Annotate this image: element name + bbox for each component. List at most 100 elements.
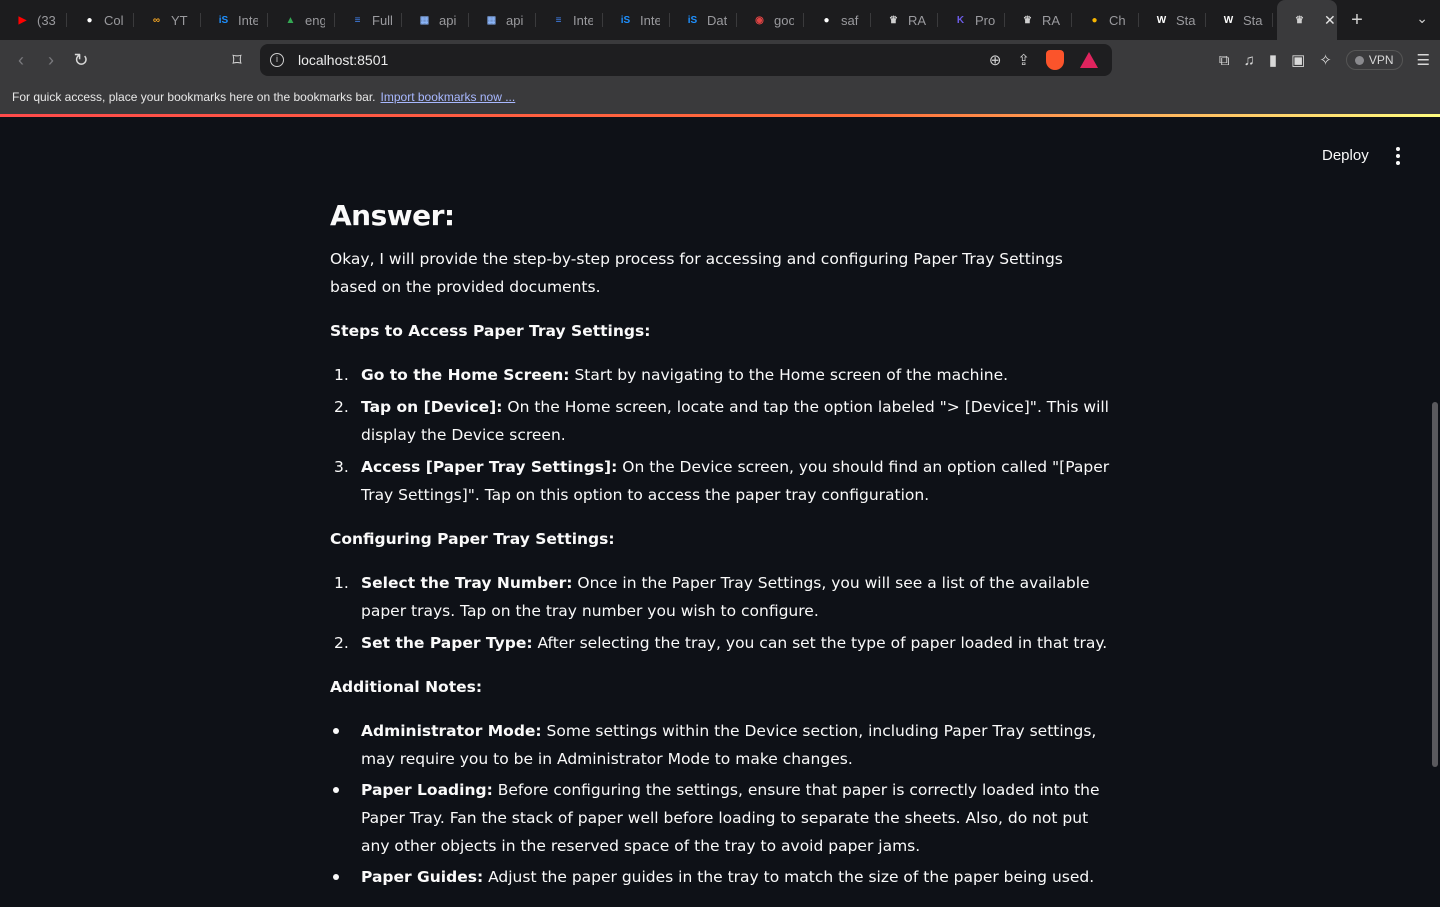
tab-title: (33: [37, 12, 56, 28]
list-item: Paper Loading: Before configuring the se…: [330, 776, 1110, 860]
crown-icon: ♛: [1023, 14, 1032, 26]
tab[interactable]: iS Inte: [201, 0, 268, 40]
notes-heading: Additional Notes:: [330, 678, 483, 696]
leo-ai-icon[interactable]: ✧: [1319, 51, 1332, 69]
address-bar[interactable]: i localhost:8501 ⊕ ⇪: [260, 44, 1112, 76]
tab-title: Inte: [238, 12, 258, 28]
back-button[interactable]: ‹: [6, 50, 36, 71]
list-item-title: Tap on [Device]:: [361, 398, 503, 416]
scrollbar[interactable]: [1428, 117, 1440, 900]
tab[interactable]: ▦ api: [402, 0, 469, 40]
brave-rewards-icon[interactable]: [1080, 52, 1098, 68]
reload-button[interactable]: ↻: [66, 50, 96, 71]
list-number: 3.: [334, 458, 349, 476]
list-item: Paper Guides: Adjust the paper guides in…: [330, 863, 1110, 891]
k-icon: K: [956, 14, 965, 26]
tab[interactable]: ● Col: [67, 0, 134, 40]
tab-title: Full: [372, 12, 392, 28]
vpn-button[interactable]: VPN: [1345, 50, 1403, 70]
list-number: 2.: [334, 634, 349, 652]
tab[interactable]: ● Ch: [1072, 0, 1139, 40]
is-icon: iS: [218, 14, 229, 26]
brave-shields-icon[interactable]: [1046, 50, 1064, 70]
tab[interactable]: iS Inte: [603, 0, 670, 40]
new-tab-button[interactable]: +: [1337, 9, 1377, 32]
close-tab-icon[interactable]: ✕: [1324, 12, 1336, 29]
list-item-text: Adjust the paper guides in the tray to m…: [483, 868, 1095, 886]
zoom-icon[interactable]: ⊕: [989, 51, 1002, 69]
w-icon: W: [1156, 14, 1167, 26]
list-item: 2. Set the Paper Type: After selecting th…: [330, 629, 1110, 657]
main-menu-icon[interactable]: [1389, 145, 1407, 167]
tab-title: Sta: [1243, 12, 1263, 28]
extensions-icon[interactable]: ⧉: [1219, 52, 1230, 69]
list-item-text: Start by navigating to the Home screen o…: [569, 366, 1009, 384]
app-icon: ▦: [486, 14, 497, 26]
list-item-title: Go to the Home Screen:: [361, 366, 570, 384]
tab-title: Sta: [1176, 12, 1196, 28]
tab-title: api: [439, 12, 457, 28]
intro-paragraph: Okay, I will provide the step-by-step pr…: [330, 250, 1063, 296]
tab[interactable]: ≡ Full: [335, 0, 402, 40]
tab[interactable]: W Sta: [1206, 0, 1273, 40]
share-icon[interactable]: ⇪: [1017, 51, 1030, 69]
bullet-icon: [333, 787, 339, 793]
tab[interactable]: iS Dat: [670, 0, 737, 40]
tab[interactable]: ♛ RA: [1005, 0, 1072, 40]
answer-heading: Answer:: [330, 199, 455, 232]
active-tab[interactable]: ♛ ✕: [1277, 0, 1337, 40]
tab[interactable]: K Pro: [938, 0, 1005, 40]
tab[interactable]: ◉ goo: [737, 0, 804, 40]
bookmark-icon[interactable]: ⌑: [222, 50, 252, 71]
sidebar-icon[interactable]: ▮: [1269, 51, 1277, 69]
streamlit-app: Deploy Answer: Okay, I will provide the …: [0, 117, 1440, 900]
tab[interactable]: ● saf: [804, 0, 871, 40]
tab[interactable]: ▶ (33: [0, 0, 67, 40]
tab[interactable]: ▲ eng: [268, 0, 335, 40]
list-item-text: After selecting the tray, you can set th…: [532, 634, 1108, 652]
tab-title: eng: [305, 12, 325, 28]
list-item-title: Paper Loading:: [361, 781, 493, 799]
list-item: 2. Tap on [Device]: On the Home screen, l…: [330, 393, 1110, 449]
tab-title: Inte: [573, 12, 593, 28]
list-item: 1. Go to the Home Screen: Start by naviga…: [330, 361, 1110, 389]
access-heading: Steps to Access Paper Tray Settings:: [330, 322, 651, 340]
browser-toolbar: ‹ › ↻ ⌑ i localhost:8501 ⊕ ⇪ ⧉ ♫ ▮ ▣ ✧ V…: [0, 40, 1440, 80]
chevron-down-icon[interactable]: ⌄: [1416, 10, 1428, 27]
github-icon: ●: [823, 14, 830, 26]
deploy-button[interactable]: Deploy: [1312, 143, 1379, 168]
media-icon[interactable]: ♫: [1244, 52, 1255, 69]
list-item-title: Paper Guides:: [361, 868, 484, 886]
list-item-title: Administrator Mode:: [361, 722, 542, 740]
tab-title: api: [506, 12, 524, 28]
list-item: 1. Select the Tray Number: Once in the Pa…: [330, 569, 1110, 625]
site-info-icon[interactable]: i: [270, 53, 284, 67]
wallet-icon[interactable]: ▣: [1291, 51, 1305, 69]
list-number: 2.: [334, 398, 349, 416]
app-icon: ▦: [419, 14, 430, 26]
is-icon: iS: [687, 14, 698, 26]
tab[interactable]: W Sta: [1139, 0, 1206, 40]
tab[interactable]: ♛ RA: [871, 0, 938, 40]
vpn-status-icon: [1354, 55, 1364, 65]
list-item-title: Set the Paper Type:: [361, 634, 533, 652]
forward-button[interactable]: ›: [36, 50, 66, 71]
infinity-icon: ∞: [152, 14, 161, 26]
list-item: 3. Access [Paper Tray Settings]: On the D…: [330, 453, 1110, 509]
tab-strip: ▶ (33 ● Col ∞ YT iS Inte ▲ eng ≡ Full ▦ api ▦ api ≡ Inte i…: [0, 0, 1440, 40]
tab[interactable]: ▦ api: [469, 0, 536, 40]
scrollbar-thumb[interactable]: [1432, 402, 1438, 767]
tab[interactable]: ∞ YT: [134, 0, 201, 40]
list-number: 1.: [334, 574, 349, 592]
tab-title: Ch: [1109, 12, 1126, 28]
menu-icon[interactable]: ☰: [1417, 51, 1430, 69]
import-bookmarks-link[interactable]: Import bookmarks now ...: [381, 90, 516, 104]
config-steps-list: 1. Select the Tray Number: Once in the Pa…: [330, 569, 1110, 657]
docs-icon: ≡: [354, 14, 361, 26]
bullet-icon: [333, 728, 339, 734]
list-item-title: Access [Paper Tray Settings]:: [361, 458, 618, 476]
url-text[interactable]: localhost:8501: [298, 52, 388, 68]
bookmarks-hint: For quick access, place your bookmarks h…: [12, 90, 376, 104]
tab-list: ▶ (33 ● Col ∞ YT iS Inte ▲ eng ≡ Full ▦ api ▦ api ≡ Inte i…: [0, 0, 1273, 40]
tab[interactable]: ≡ Inte: [536, 0, 603, 40]
